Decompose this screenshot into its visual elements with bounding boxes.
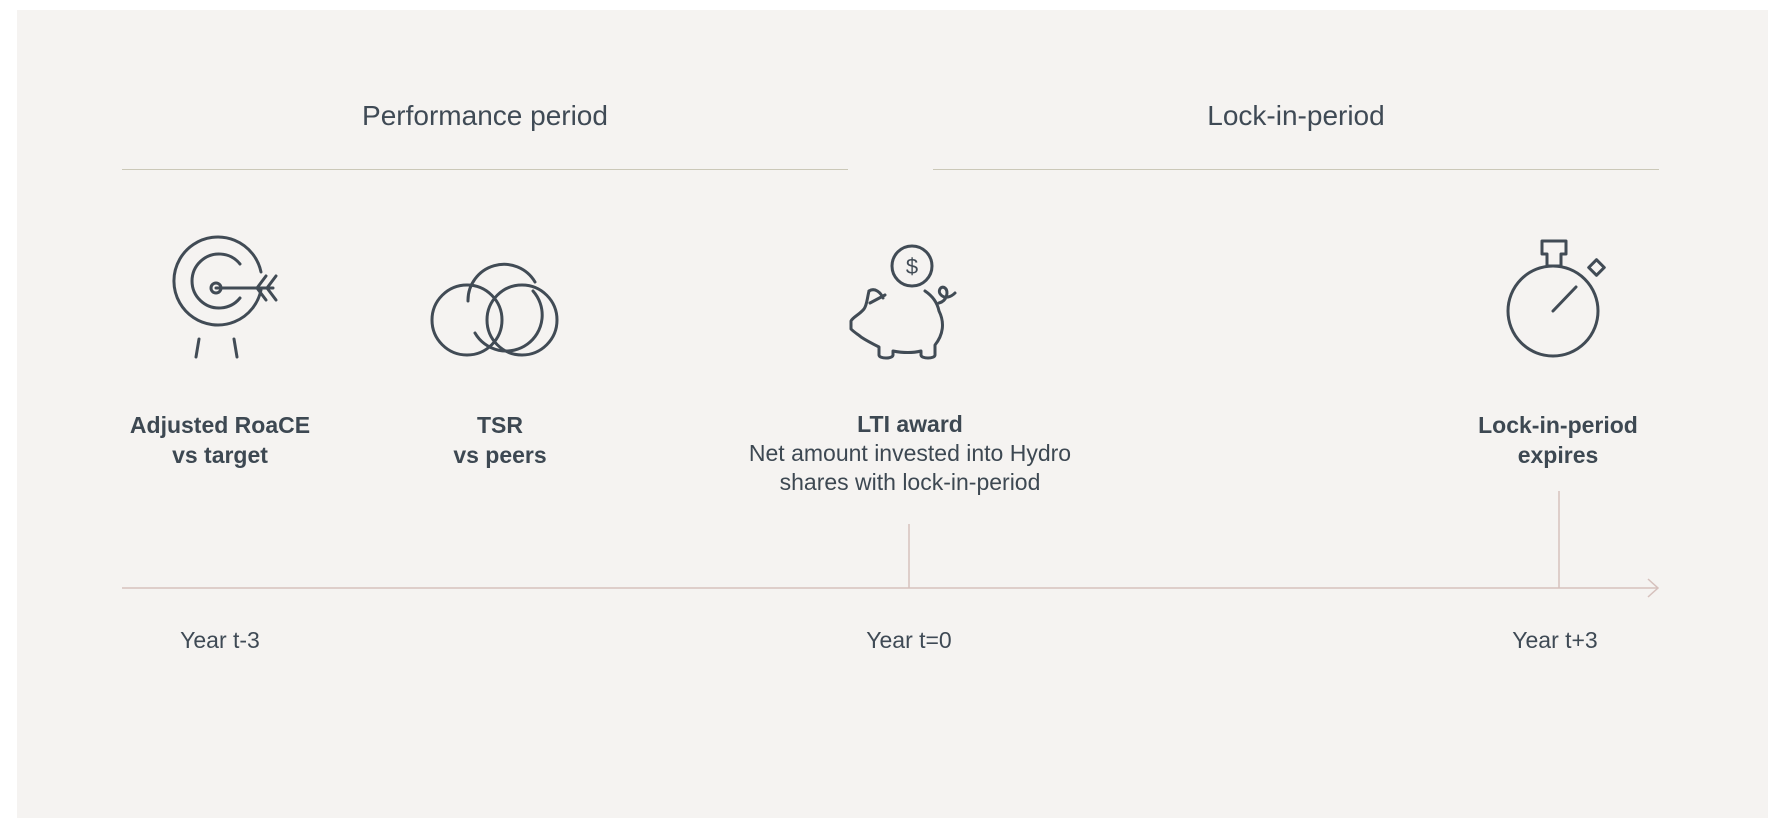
year-label-t+3: Year t+3: [1512, 627, 1598, 653]
year-label-t-3: Year t-3: [180, 627, 260, 653]
year-label-t0: Year t=0: [866, 627, 952, 653]
timeline: [122, 491, 1660, 598]
